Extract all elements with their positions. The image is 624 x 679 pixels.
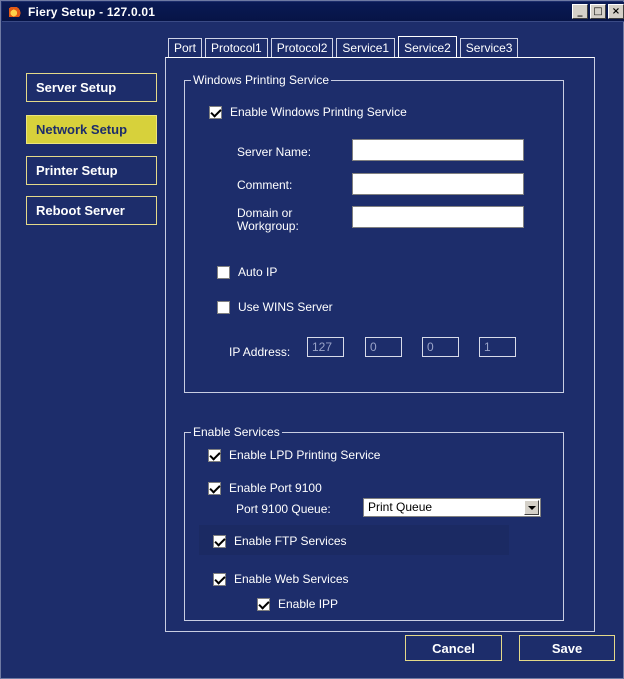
enable-web-row[interactable]: Enable Web Services xyxy=(213,572,349,586)
server-name-input[interactable] xyxy=(352,139,524,161)
window-title: Fiery Setup - 127.0.01 xyxy=(28,4,156,19)
enable-lpd-checkbox[interactable] xyxy=(208,448,221,462)
enable-ipp-label: Enable IPP xyxy=(278,597,339,611)
enable-windows-printing-label: Enable Windows Printing Service xyxy=(230,105,407,119)
enable-web-checkbox[interactable] xyxy=(213,572,226,586)
auto-ip-label: Auto IP xyxy=(238,265,278,279)
enable-ftp-row[interactable]: Enable FTP Services xyxy=(213,534,347,548)
use-wins-label: Use WINS Server xyxy=(238,300,333,314)
nav-reboot-server[interactable]: Reboot Server xyxy=(26,196,157,225)
port9100-queue-label: Port 9100 Queue: xyxy=(236,502,331,516)
enable-port9100-checkbox[interactable] xyxy=(208,481,221,495)
chevron-down-icon[interactable] xyxy=(524,500,539,515)
comment-label: Comment: xyxy=(237,178,293,192)
tab-service2[interactable]: Service2 xyxy=(398,36,457,58)
fiery-logo-icon xyxy=(8,5,24,19)
enable-port9100-label: Enable Port 9100 xyxy=(229,481,322,495)
enable-web-label: Enable Web Services xyxy=(234,572,349,586)
ip-octet-1[interactable]: 127 xyxy=(307,337,344,357)
enable-ftp-label: Enable FTP Services xyxy=(234,534,347,548)
enable-lpd-row[interactable]: Enable LPD Printing Service xyxy=(208,448,380,462)
use-wins-checkbox[interactable] xyxy=(217,300,230,314)
enable-services-group-title: Enable Services xyxy=(191,425,282,439)
comment-input[interactable] xyxy=(352,173,524,195)
tab-strip: Port Protocol1 Protocol2 Service1 Servic… xyxy=(168,36,521,58)
tab-service3[interactable]: Service3 xyxy=(459,38,519,57)
use-wins-row[interactable]: Use WINS Server xyxy=(217,300,333,314)
nav-printer-setup[interactable]: Printer Setup xyxy=(26,156,157,185)
domain-workgroup-input[interactable] xyxy=(352,206,524,228)
tab-service1[interactable]: Service1 xyxy=(336,38,396,57)
server-name-label: Server Name: xyxy=(237,145,312,159)
maximize-button[interactable]: □ xyxy=(590,4,606,19)
enable-windows-printing-row[interactable]: Enable Windows Printing Service xyxy=(209,105,407,119)
tab-protocol1[interactable]: Protocol1 xyxy=(205,38,268,57)
ip-octet-4[interactable]: 1 xyxy=(479,337,516,357)
auto-ip-checkbox[interactable] xyxy=(217,265,230,279)
cancel-button[interactable]: Cancel xyxy=(405,635,502,661)
title-bar[interactable]: Fiery Setup - 127.0.01 _ □ × xyxy=(2,2,624,22)
windows-printing-group-title: Windows Printing Service xyxy=(191,73,332,87)
auto-ip-row[interactable]: Auto IP xyxy=(217,265,277,279)
domain-label-line2: Workgroup: xyxy=(237,219,299,233)
save-button[interactable]: Save xyxy=(519,635,615,661)
ip-octet-3[interactable]: 0 xyxy=(422,337,459,357)
enable-ipp-row[interactable]: Enable IPP xyxy=(257,597,338,611)
enable-port9100-row[interactable]: Enable Port 9100 xyxy=(208,481,322,495)
enable-ftp-checkbox[interactable] xyxy=(213,534,226,548)
tab-port[interactable]: Port xyxy=(168,38,203,57)
port9100-queue-select[interactable]: Print Queue xyxy=(363,498,541,517)
enable-windows-printing-checkbox[interactable] xyxy=(209,105,222,119)
enable-ipp-checkbox[interactable] xyxy=(257,597,270,611)
port9100-queue-value: Print Queue xyxy=(368,500,433,514)
nav-server-setup[interactable]: Server Setup xyxy=(26,73,157,102)
tab-protocol2[interactable]: Protocol2 xyxy=(270,38,334,57)
ip-address-label: IP Address: xyxy=(229,345,291,359)
enable-lpd-label: Enable LPD Printing Service xyxy=(229,448,381,462)
nav-network-setup[interactable]: Network Setup xyxy=(26,115,157,144)
window-controls: _ □ × xyxy=(572,4,624,19)
fiery-setup-window: Fiery Setup - 127.0.01 _ □ × Server Setu… xyxy=(0,0,624,679)
minimize-button[interactable]: _ xyxy=(572,4,588,19)
ip-octet-2[interactable]: 0 xyxy=(365,337,402,357)
close-button[interactable]: × xyxy=(608,4,624,19)
